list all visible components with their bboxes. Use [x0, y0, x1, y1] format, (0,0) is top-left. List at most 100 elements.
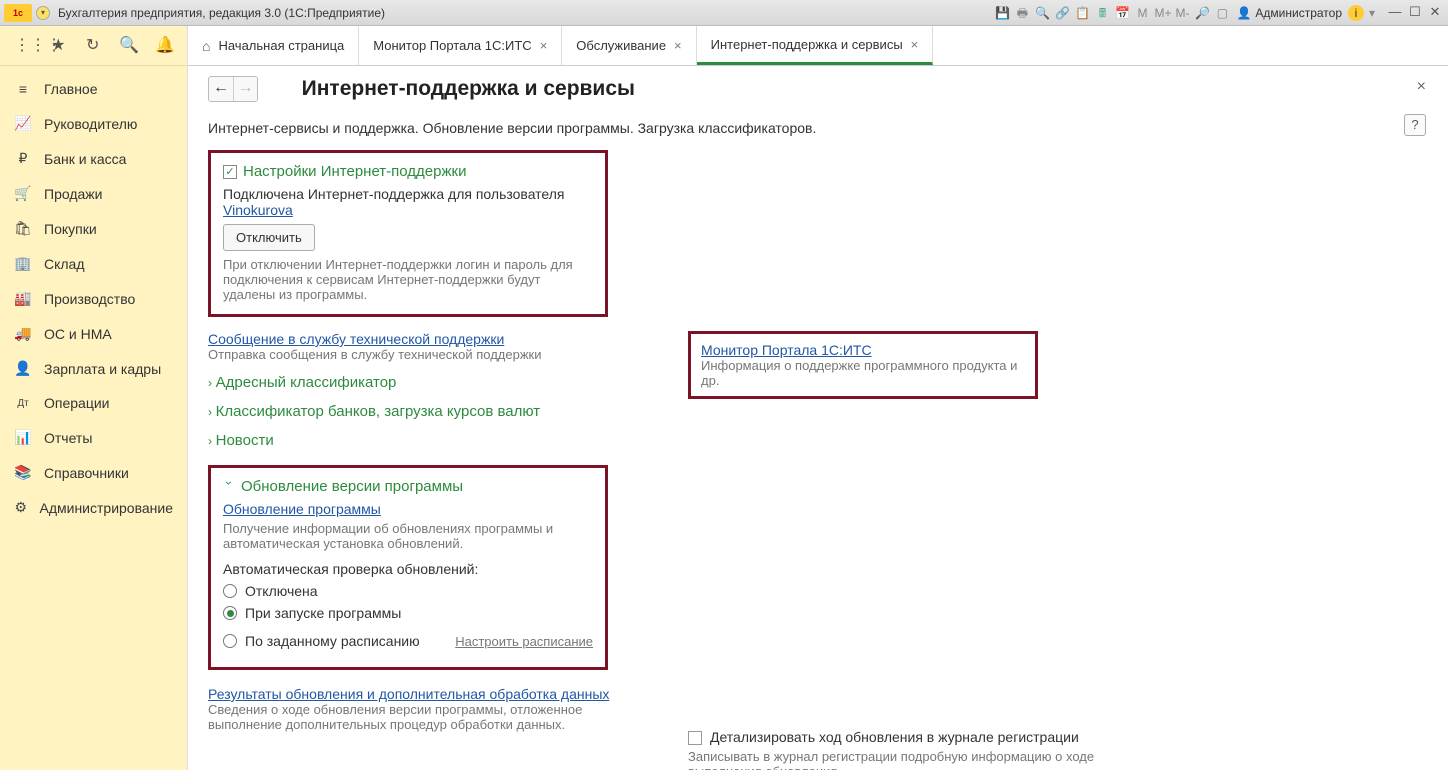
favorite-icon[interactable]: ★	[50, 37, 67, 55]
nav-refs-icon: 📚	[14, 464, 32, 481]
settings-checkbox[interactable]: ✓	[223, 165, 237, 179]
tab-monitor[interactable]: Монитор Портала 1С:ИТС×	[359, 26, 562, 65]
tab-maintenance[interactable]: Обслуживание×	[562, 26, 696, 65]
page-content: × ? ← → Интернет-поддержка и сервисы Инт…	[188, 66, 1448, 770]
notifications-icon[interactable]: 🔔	[155, 37, 173, 55]
radio-schedule[interactable]	[223, 634, 237, 648]
radio-on-start[interactable]	[223, 606, 237, 620]
nav-sales[interactable]: 🛒Продажи	[0, 176, 187, 211]
close-icon[interactable]: ×	[911, 37, 919, 52]
user-link[interactable]: Vinokurova	[223, 202, 293, 218]
close-page-button[interactable]: ×	[1417, 78, 1426, 96]
its-monitor-link[interactable]: Монитор Портала 1С:ИТС	[701, 342, 872, 358]
internet-support-settings-box: ✓ Настройки Интернет-поддержки Подключен…	[208, 150, 608, 317]
forward-button[interactable]: →	[233, 77, 257, 101]
m-icon[interactable]: M	[1134, 5, 1150, 21]
nav-refs[interactable]: 📚 Справочники	[0, 455, 187, 490]
radio-label: При запуске программы	[245, 605, 401, 621]
current-user[interactable]: 👤 Администратор	[1236, 6, 1342, 20]
sidebar: ⋮⋮⋮ ★ ↻ 🔍 🔔 ≡Главное 📈Руководителю ₽Банк…	[0, 26, 188, 770]
print-icon[interactable]: 🖶	[1014, 5, 1030, 21]
nav-label: Операции	[44, 395, 110, 411]
tab-internet-support[interactable]: Интернет-поддержка и сервисы×	[697, 26, 934, 65]
disconnect-button[interactable]: Отключить	[223, 224, 315, 251]
nav-reports[interactable]: 📊Отчеты	[0, 420, 187, 455]
update-results-link[interactable]: Результаты обновления и дополнительная о…	[208, 686, 609, 702]
chevron-right-icon[interactable]: ›	[208, 434, 212, 448]
minimize-button[interactable]: —	[1386, 5, 1404, 21]
nav-admin[interactable]: ⚙Администрирование	[0, 490, 187, 525]
section-title: Настройки Интернет-поддержки	[243, 163, 466, 180]
news-section[interactable]: Новости	[216, 432, 274, 449]
nav-assets[interactable]: 🚚ОС и НМА	[0, 316, 187, 351]
nav-admin-icon: ⚙	[14, 499, 28, 516]
chevron-down-icon[interactable]: ›	[222, 481, 236, 493]
nav-bank[interactable]: ₽Банк и касса	[0, 141, 187, 176]
radio-schedule-row[interactable]: По заданному расписанию	[223, 633, 420, 649]
bank-classifier-section[interactable]: Классификатор банков, загрузка курсов ва…	[216, 403, 541, 420]
page-title: Интернет-поддержка и сервисы	[302, 77, 635, 101]
history-icon[interactable]: ↻	[85, 37, 102, 55]
update-program-link[interactable]: Обновление программы	[223, 501, 381, 517]
save-icon[interactable]: 💾	[994, 5, 1010, 21]
radio-label: Отключена	[245, 583, 318, 599]
titlebar-dropdown-icon[interactable]: ▾	[36, 6, 50, 20]
update-results-desc: Сведения о ходе обновления версии програ…	[208, 702, 638, 732]
calc-icon[interactable]: 🖩	[1094, 5, 1110, 21]
panel-icon[interactable]: ▢	[1214, 5, 1230, 21]
nav-sales-icon: 🛒	[14, 185, 32, 202]
nav-label: Справочники	[44, 465, 129, 481]
nav-salary[interactable]: 👤Зарплата и кадры	[0, 351, 187, 386]
search-sidebar-icon[interactable]: 🔍	[119, 37, 137, 55]
its-monitor-box: Монитор Портала 1С:ИТС Информация о подд…	[688, 331, 1038, 399]
detail-log-checkbox[interactable]	[688, 731, 702, 745]
user-label: Администратор	[1255, 6, 1342, 20]
maximize-button[interactable]: ☐	[1406, 5, 1424, 21]
nav-operations[interactable]: ДтОперации	[0, 386, 187, 420]
nav-manager[interactable]: 📈Руководителю	[0, 106, 187, 141]
radio-disabled-row[interactable]: Отключена	[223, 583, 593, 599]
info-dropdown-icon[interactable]: ▾	[1364, 5, 1380, 21]
its-monitor-desc: Информация о поддержке программного прод…	[701, 358, 1025, 388]
main-column: ⌂ Начальная страница Монитор Портала 1С:И…	[188, 26, 1448, 770]
close-icon[interactable]: ×	[540, 38, 548, 53]
tab-label: Начальная страница	[218, 38, 344, 53]
nav-salary-icon: 👤	[14, 360, 32, 377]
help-button[interactable]: ?	[1404, 114, 1426, 136]
apps-icon[interactable]: ⋮⋮⋮	[14, 37, 32, 55]
detail-log-label: Детализировать ход обновления в журнале …	[710, 729, 1079, 745]
nav-production[interactable]: 🏭Производство	[0, 281, 187, 316]
support-message-link[interactable]: Сообщение в службу технической поддержки	[208, 331, 504, 347]
nav-purchases[interactable]: 🛍Покупки	[0, 211, 187, 246]
nav-label: Руководителю	[44, 116, 137, 132]
m-plus-icon[interactable]: M+	[1154, 5, 1170, 21]
chevron-right-icon[interactable]: ›	[208, 405, 212, 419]
search-icon[interactable]: 🔍	[1034, 5, 1050, 21]
close-icon[interactable]: ×	[674, 38, 682, 53]
radio-disabled[interactable]	[223, 584, 237, 598]
nav-label: Главное	[44, 81, 98, 97]
update-section-title: Обновление версии программы	[241, 478, 463, 495]
nav-label: Склад	[44, 256, 85, 272]
chevron-right-icon[interactable]: ›	[208, 376, 212, 390]
info-icon[interactable]: i	[1348, 5, 1364, 21]
nav-label: Производство	[44, 291, 135, 307]
back-button[interactable]: ←	[209, 77, 233, 101]
nav-label: Покупки	[44, 221, 97, 237]
zoom-icon[interactable]: 🔎	[1194, 5, 1210, 21]
m-minus-icon[interactable]: M-	[1174, 5, 1190, 21]
home-icon: ⌂	[202, 38, 210, 54]
radio-on-start-row[interactable]: При запуске программы	[223, 605, 593, 621]
nav-main[interactable]: ≡Главное	[0, 72, 187, 106]
schedule-link[interactable]: Настроить расписание	[455, 634, 593, 649]
tab-home[interactable]: ⌂ Начальная страница	[188, 26, 359, 65]
clipboard-icon[interactable]: 📋	[1074, 5, 1090, 21]
close-window-button[interactable]: ✕	[1426, 5, 1444, 21]
calendar-icon[interactable]: 📅	[1114, 5, 1130, 21]
support-message-desc: Отправка сообщения в службу технической …	[208, 347, 638, 362]
update-version-box: › Обновление версии программы Обновление…	[208, 465, 608, 670]
nav-warehouse[interactable]: 🏢Склад	[0, 246, 187, 281]
link-icon[interactable]: 🔗	[1054, 5, 1070, 21]
address-classifier-section[interactable]: Адресный классификатор	[216, 374, 397, 391]
connected-text: Подключена Интернет-поддержка для пользо…	[223, 186, 565, 202]
